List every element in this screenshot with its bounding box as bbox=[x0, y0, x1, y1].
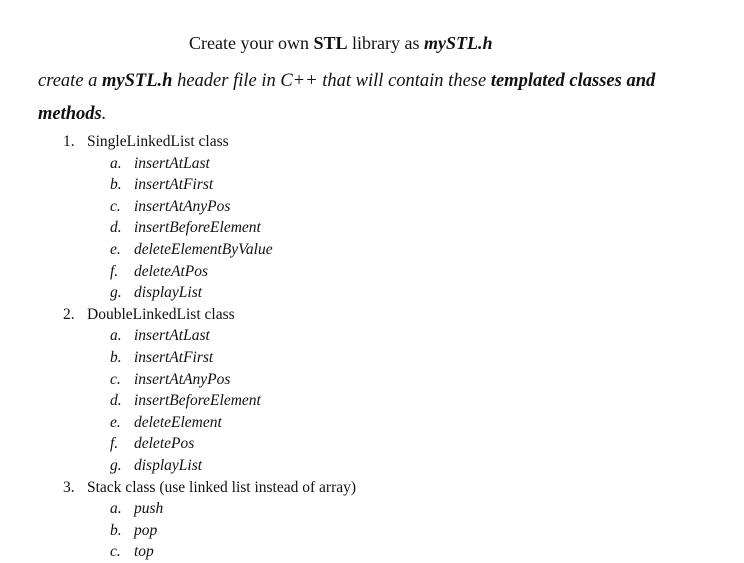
method-name: insertAtLast bbox=[134, 327, 210, 345]
method-name: insertBeforeElement bbox=[134, 219, 261, 237]
method-item: a. push bbox=[63, 498, 356, 520]
method-letter: g. bbox=[110, 456, 122, 474]
class-name: DoubleLinkedList class bbox=[87, 305, 235, 323]
method-item: e. deleteElementByValue bbox=[63, 239, 356, 261]
method-letter: a. bbox=[110, 327, 122, 345]
class-item: 3. Stack class (use linked list instead o… bbox=[63, 477, 356, 499]
method-letter: g. bbox=[110, 284, 122, 302]
method-name: deleteElement bbox=[134, 413, 222, 431]
method-name: deletePos bbox=[134, 435, 195, 453]
class-number: 3. bbox=[63, 478, 75, 496]
method-name: insertAtAnyPos bbox=[134, 197, 231, 215]
method-letter: f. bbox=[110, 435, 119, 453]
method-letter: a. bbox=[110, 154, 122, 172]
method-item: g. displayList bbox=[63, 455, 356, 477]
method-name: insertAtLast bbox=[134, 154, 210, 172]
method-item: c. top bbox=[63, 541, 356, 563]
class-number: 1. bbox=[63, 133, 75, 150]
method-item: d. insertBeforeElement bbox=[63, 217, 356, 239]
method-letter: e. bbox=[110, 240, 121, 258]
method-letter: d. bbox=[110, 219, 122, 237]
class-item: 2. DoubleLinkedList class bbox=[63, 304, 356, 326]
title-stl: STL bbox=[313, 33, 348, 53]
method-item: g. displayList bbox=[63, 282, 356, 304]
method-item: c. insertAtAnyPos bbox=[63, 196, 356, 218]
method-item: e. deleteElement bbox=[63, 412, 356, 434]
method-item: d. insertBeforeElement bbox=[63, 390, 356, 412]
method-letter: b. bbox=[110, 348, 122, 366]
class-name: SingleLinkedList class bbox=[87, 133, 229, 150]
method-item: a. insertAtLast bbox=[63, 325, 356, 347]
method-letter: c. bbox=[110, 370, 121, 388]
method-name: deleteAtPos bbox=[134, 262, 209, 280]
method-item: c. insertAtAnyPos bbox=[63, 369, 356, 391]
method-letter: d. bbox=[110, 392, 122, 410]
title-filename: mySTL.h bbox=[423, 33, 493, 53]
method-name: push bbox=[134, 500, 164, 518]
method-name: deleteElementByValue bbox=[134, 240, 273, 258]
document-title: Create your own STL library as mySTL.h bbox=[189, 33, 493, 54]
method-name: pop bbox=[134, 521, 158, 539]
intro-paragraph: create a mySTL.h header file in C++ that… bbox=[38, 65, 718, 131]
method-letter: a. bbox=[110, 500, 122, 518]
method-item: b. insertAtFirst bbox=[63, 174, 356, 196]
method-item: a. insertAtLast bbox=[63, 153, 356, 175]
class-item: 1. SingleLinkedList class bbox=[63, 131, 356, 153]
method-name: insertBeforeElement bbox=[134, 392, 261, 410]
intro-end: . bbox=[101, 104, 107, 124]
intro-text-1: create a bbox=[38, 71, 103, 91]
method-name: insertAtFirst bbox=[134, 348, 214, 366]
method-item: b. pop bbox=[63, 520, 356, 542]
title-text-pre: Create your own bbox=[189, 33, 314, 53]
method-name: insertAtAnyPos bbox=[134, 370, 231, 388]
method-name: displayList bbox=[134, 284, 203, 302]
title-text-mid: library as bbox=[347, 33, 424, 53]
method-name: insertAtFirst bbox=[134, 176, 214, 194]
method-letter: e. bbox=[110, 413, 121, 431]
method-letter: f. bbox=[110, 262, 119, 280]
method-name: displayList bbox=[134, 456, 203, 474]
method-item: f. deleteAtPos bbox=[63, 261, 356, 283]
class-number: 2. bbox=[63, 305, 75, 323]
method-letter: b. bbox=[110, 176, 122, 194]
intro-filename: mySTL.h bbox=[102, 71, 173, 91]
method-item: f. deletePos bbox=[63, 433, 356, 455]
method-letter: c. bbox=[110, 197, 121, 215]
method-letter: b. bbox=[110, 521, 122, 539]
method-name: top bbox=[134, 543, 154, 561]
class-name: Stack class (use linked list instead of … bbox=[87, 478, 357, 496]
method-item: b. insertAtFirst bbox=[63, 347, 356, 369]
class-list: 1. SingleLinkedList class a. insertAtLast … bbox=[63, 131, 356, 563]
method-letter: c. bbox=[110, 543, 121, 561]
intro-text-2: header file in C++ that will contain the… bbox=[172, 71, 491, 91]
